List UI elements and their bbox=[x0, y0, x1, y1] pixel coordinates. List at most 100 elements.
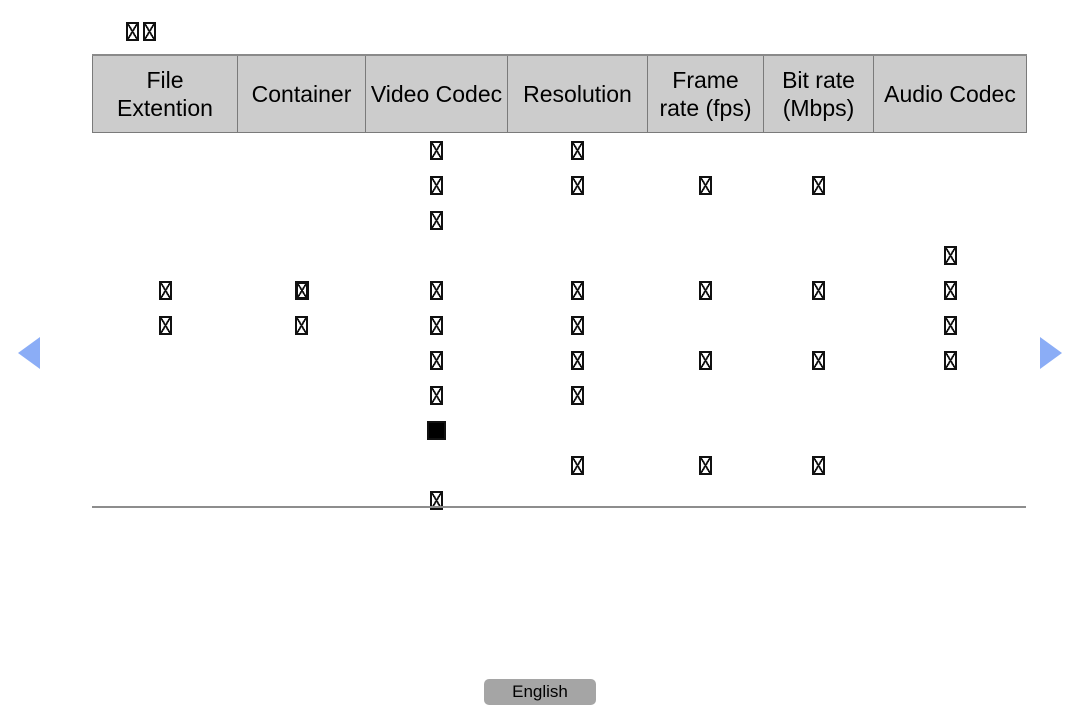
cell-resolution bbox=[508, 378, 648, 413]
page-title bbox=[126, 20, 156, 42]
missing-glyph-icon bbox=[430, 351, 443, 371]
next-page-arrow-icon[interactable] bbox=[1040, 337, 1062, 369]
column-header-resolution: Resolution bbox=[507, 54, 648, 134]
missing-glyph-icon bbox=[571, 176, 584, 196]
column-header-bit-rate: Bit rate (Mbps) bbox=[763, 54, 874, 134]
cell-container bbox=[238, 273, 366, 308]
missing-glyph-icon bbox=[571, 386, 584, 406]
cell-frame-rate bbox=[648, 483, 764, 518]
cell-resolution bbox=[508, 273, 648, 308]
cell-resolution bbox=[508, 343, 648, 378]
cell-container bbox=[238, 343, 366, 378]
cell-video-codec bbox=[366, 448, 508, 483]
table-row bbox=[93, 273, 1027, 308]
cell-frame-rate bbox=[648, 238, 764, 273]
missing-glyph-icon bbox=[812, 456, 825, 476]
cell-bit-rate bbox=[764, 168, 874, 203]
cell-bit-rate bbox=[764, 483, 874, 518]
cell-container bbox=[238, 168, 366, 203]
missing-glyph-icon bbox=[430, 176, 443, 196]
cell-file-extention bbox=[93, 448, 238, 483]
missing-glyph-icon bbox=[571, 141, 584, 161]
missing-glyph-icon bbox=[812, 281, 825, 301]
cell-container bbox=[238, 308, 366, 343]
table-bottom-divider bbox=[92, 506, 1026, 508]
cell-file-extention bbox=[93, 133, 238, 169]
cell-video-codec bbox=[366, 238, 508, 273]
missing-glyph-icon bbox=[143, 21, 156, 41]
missing-glyph-icon bbox=[430, 141, 443, 161]
cell-resolution bbox=[508, 238, 648, 273]
missing-glyph-icon bbox=[294, 281, 309, 301]
language-button[interactable]: English bbox=[484, 679, 596, 705]
cell-audio-codec bbox=[874, 378, 1027, 413]
cell-resolution bbox=[508, 133, 648, 169]
cell-file-extention bbox=[93, 273, 238, 308]
cell-resolution bbox=[508, 483, 648, 518]
missing-glyph-icon bbox=[295, 316, 308, 336]
cell-container bbox=[238, 203, 366, 238]
missing-glyph-icon bbox=[430, 211, 443, 231]
cell-frame-rate bbox=[648, 308, 764, 343]
missing-glyph-icon bbox=[699, 456, 712, 476]
cell-audio-codec bbox=[874, 448, 1027, 483]
missing-glyph-icon bbox=[430, 316, 443, 336]
missing-glyph-icon bbox=[158, 281, 172, 301]
cell-bit-rate bbox=[764, 448, 874, 483]
cell-video-codec bbox=[366, 133, 508, 169]
missing-glyph-icon bbox=[699, 351, 712, 371]
missing-glyph-icon bbox=[812, 351, 825, 371]
cell-frame-rate bbox=[648, 378, 764, 413]
cell-audio-codec bbox=[874, 413, 1027, 448]
cell-video-codec bbox=[366, 378, 508, 413]
cell-audio-codec bbox=[874, 343, 1027, 378]
cell-resolution bbox=[508, 308, 648, 343]
cell-video-codec bbox=[366, 273, 508, 308]
missing-glyph-icon bbox=[126, 21, 139, 41]
missing-glyph-icon bbox=[943, 281, 957, 301]
table-row bbox=[93, 483, 1027, 518]
cell-video-codec bbox=[366, 413, 508, 448]
cell-file-extention bbox=[93, 483, 238, 518]
column-header-audio-codec: Audio Codec bbox=[873, 54, 1027, 134]
cell-video-codec bbox=[366, 308, 508, 343]
table-row bbox=[93, 203, 1027, 238]
cell-bit-rate bbox=[764, 238, 874, 273]
cell-bit-rate bbox=[764, 378, 874, 413]
cell-file-extention bbox=[93, 343, 238, 378]
cell-frame-rate bbox=[648, 448, 764, 483]
cell-resolution bbox=[508, 203, 648, 238]
missing-glyph-icon bbox=[571, 316, 584, 336]
media-format-spec-table: File Extention Container Video Codec Res… bbox=[92, 54, 1027, 518]
cell-resolution bbox=[508, 448, 648, 483]
missing-glyph-icon bbox=[699, 176, 712, 196]
cell-container bbox=[238, 378, 366, 413]
table-body bbox=[93, 133, 1027, 519]
cell-file-extention bbox=[93, 413, 238, 448]
cell-video-codec bbox=[366, 343, 508, 378]
missing-glyph-icon bbox=[812, 176, 825, 196]
cell-video-codec bbox=[366, 168, 508, 203]
filled-glyph-icon bbox=[427, 421, 446, 441]
cell-video-codec bbox=[366, 203, 508, 238]
cell-video-codec bbox=[366, 483, 508, 518]
cell-resolution bbox=[508, 168, 648, 203]
cell-container bbox=[238, 133, 366, 169]
cell-bit-rate bbox=[764, 308, 874, 343]
cell-frame-rate bbox=[648, 203, 764, 238]
previous-page-arrow-icon[interactable] bbox=[18, 337, 40, 369]
table-row bbox=[93, 413, 1027, 448]
cell-container bbox=[238, 483, 366, 518]
missing-glyph-icon bbox=[571, 351, 584, 371]
table-row bbox=[93, 308, 1027, 343]
cell-bit-rate bbox=[764, 343, 874, 378]
cell-bit-rate bbox=[764, 273, 874, 308]
table-row bbox=[93, 168, 1027, 203]
table-row bbox=[93, 343, 1027, 378]
missing-glyph-icon bbox=[943, 246, 957, 266]
cell-audio-codec bbox=[874, 168, 1027, 203]
cell-frame-rate bbox=[648, 343, 764, 378]
cell-audio-codec bbox=[874, 308, 1027, 343]
cell-audio-codec bbox=[874, 203, 1027, 238]
cell-file-extention bbox=[93, 168, 238, 203]
